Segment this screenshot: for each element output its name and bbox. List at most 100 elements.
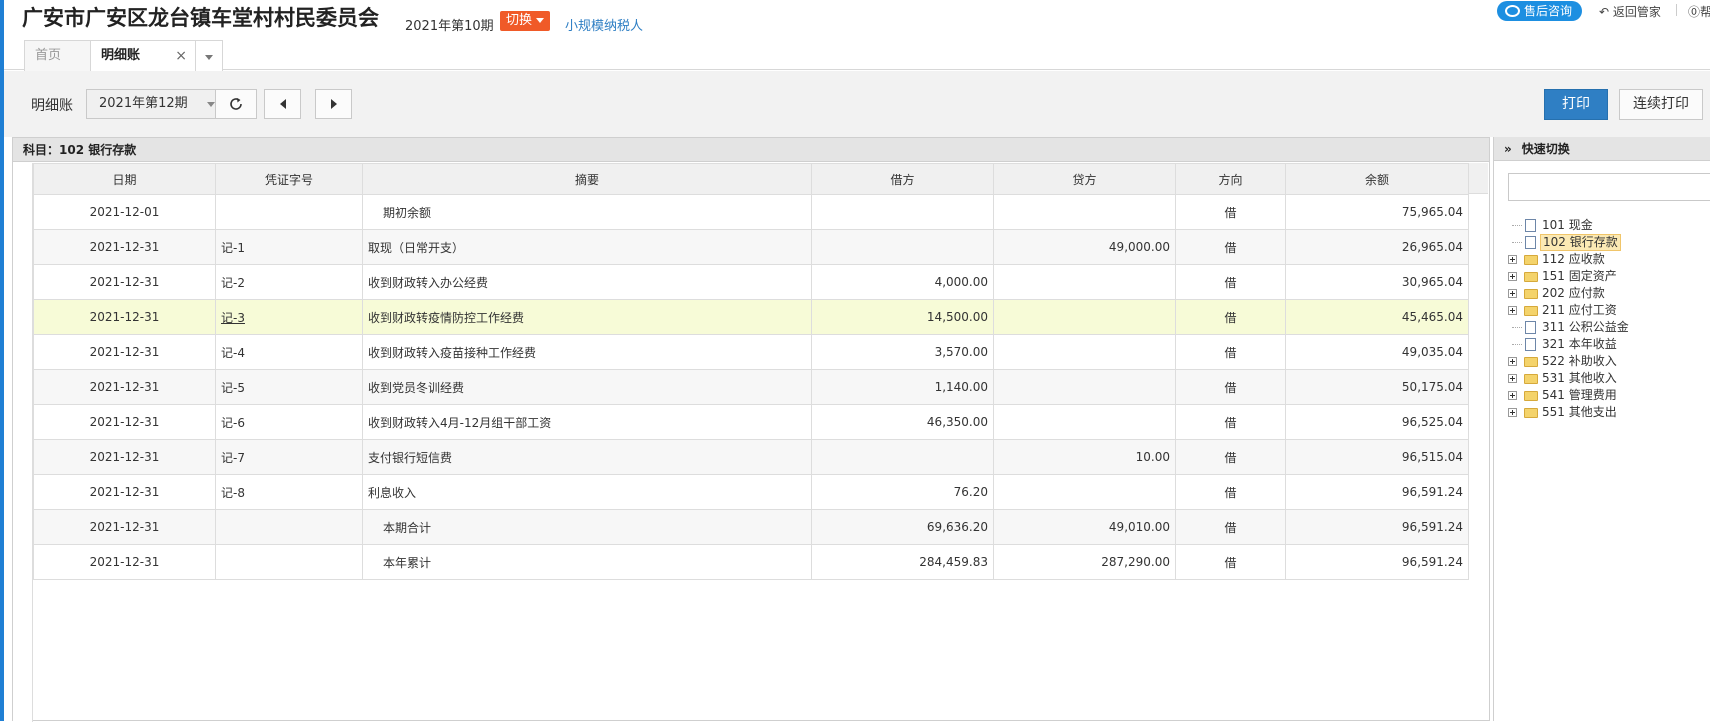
switch-account-button[interactable]: 切换	[500, 11, 551, 31]
cell-voucher[interactable]: 记-2	[215, 264, 363, 300]
cell-voucher[interactable]: 记-8	[215, 474, 363, 510]
cell-summary: 利息收入	[362, 474, 812, 510]
table-row[interactable]: 2021-12-31 记-6 收到财政转入4月-12月组干部工资 46,350.…	[33, 404, 1469, 440]
chevron-down-icon	[536, 18, 545, 23]
column-header-date[interactable]: 日期	[33, 163, 216, 195]
cell-balance: 49,035.04	[1285, 334, 1469, 370]
refresh-icon	[230, 98, 242, 110]
voucher-link[interactable]: 记-3	[221, 311, 245, 325]
table-row[interactable]: 2021-12-31 记-5 收到党员冬训经费 1,140.00 借 50,17…	[33, 369, 1469, 405]
cell-voucher	[215, 544, 363, 580]
cell-summary: 收到财政转入4月-12月组干部工资	[362, 404, 812, 440]
expand-plus-icon[interactable]	[1508, 306, 1517, 315]
period-select-value: 2021年第12期	[99, 96, 188, 111]
cell-voucher[interactable]: 记-7	[215, 439, 363, 475]
switch-label: 切换	[506, 13, 533, 28]
previous-period-button[interactable]	[264, 89, 301, 119]
folder-icon	[1524, 289, 1538, 299]
cell-direction: 借	[1175, 404, 1286, 440]
tab-detail-ledger-label: 明细账	[101, 48, 141, 63]
folder-icon	[1524, 306, 1538, 316]
column-header-debit[interactable]: 借方	[811, 163, 994, 195]
print-button[interactable]: 打印	[1544, 89, 1608, 120]
folder-icon	[1524, 408, 1538, 418]
cell-balance: 96,525.04	[1285, 404, 1469, 440]
cell-credit	[993, 299, 1176, 335]
triangle-left-icon	[279, 99, 286, 109]
cell-date: 2021-12-31	[33, 544, 216, 580]
table-row[interactable]: 2021-12-31 记-2 收到财政转入办公经费 4,000.00 借 30,…	[33, 264, 1469, 300]
cell-credit: 49,010.00	[993, 509, 1176, 545]
triangle-right-icon	[330, 99, 337, 109]
table-row[interactable]: 2021-12-31 记-7 支付银行短信费 10.00 借 96,515.04	[33, 439, 1469, 475]
column-header-summary[interactable]: 摘要	[362, 163, 812, 195]
cell-credit: 49,000.00	[993, 229, 1176, 265]
quick-switch-search-input[interactable]	[1508, 173, 1710, 201]
cell-balance: 96,591.24	[1285, 544, 1469, 580]
quick-switch-title: 快速切换	[1521, 142, 1570, 156]
cell-voucher[interactable]: 记-1	[215, 229, 363, 265]
continuous-print-button[interactable]: 连续打印	[1619, 89, 1703, 120]
table-row[interactable]: 2021-12-31 记-8 利息收入 76.20 借 96,591.24	[33, 474, 1469, 510]
expand-plus-icon[interactable]	[1508, 255, 1517, 264]
expand-plus-icon[interactable]	[1508, 357, 1517, 366]
cell-credit: 10.00	[993, 439, 1176, 475]
cell-voucher[interactable]: 记-3	[215, 299, 363, 335]
cell-summary: 本期合计	[362, 509, 812, 545]
tree-node-label: 541 管理费用	[1542, 388, 1617, 402]
table-row[interactable]: 2021-12-31 记-1 取现（日常开支） 49,000.00 借 26,9…	[33, 229, 1469, 265]
expand-plus-icon[interactable]	[1508, 374, 1517, 383]
next-period-button[interactable]	[315, 89, 352, 119]
table-row[interactable]: 2021-12-01 期初余额 借 75,965.04	[33, 194, 1469, 230]
folder-icon	[1524, 255, 1538, 265]
table-row-highlighted[interactable]: 2021-12-31 记-3 收到财政转疫情防控工作经费 14,500.00 借…	[33, 299, 1469, 335]
cell-credit	[993, 334, 1176, 370]
cell-voucher[interactable]: 记-5	[215, 369, 363, 405]
column-header-balance[interactable]: 余额	[1285, 163, 1469, 195]
cell-voucher[interactable]: 记-6	[215, 404, 363, 440]
back-to-manager-link[interactable]: ↶ 返回管家	[1599, 3, 1661, 20]
cell-voucher[interactable]: 记-4	[215, 334, 363, 370]
double-chevron-right-icon[interactable]: »	[1504, 137, 1512, 161]
tab-more-button[interactable]	[195, 40, 223, 71]
current-period: 2021年第10期	[405, 19, 494, 34]
tree-node-label: 202 应付款	[1542, 286, 1605, 300]
toolbar: 明细账 2021年第12期 打印 连续打印	[4, 71, 1710, 137]
table-row-year-total[interactable]: 2021-12-31 本年累计 284,459.83 287,290.00 借 …	[33, 544, 1469, 580]
tree-node-label: 112 应收款	[1542, 252, 1605, 266]
expand-plus-icon[interactable]	[1508, 391, 1517, 400]
column-header-direction[interactable]: 方向	[1175, 163, 1286, 195]
refresh-button[interactable]	[215, 89, 257, 119]
folder-icon	[1524, 374, 1538, 384]
expand-plus-icon[interactable]	[1508, 408, 1517, 417]
help-link[interactable]: ⓪帮	[1688, 3, 1710, 20]
close-icon[interactable]: ×	[175, 41, 187, 71]
table-row[interactable]: 2021-12-31 记-4 收到财政转入疫苗接种工作经费 3,570.00 借…	[33, 334, 1469, 370]
expand-plus-icon[interactable]	[1508, 272, 1517, 281]
cell-summary: 本年累计	[362, 544, 812, 580]
expand-plus-icon[interactable]	[1508, 289, 1517, 298]
taxpayer-type-link[interactable]: 小规模纳税人	[565, 15, 643, 34]
cell-debit: 1,140.00	[811, 369, 994, 405]
tree-connector	[1512, 225, 1522, 226]
tree-node-label: 531 其他收入	[1542, 371, 1617, 385]
ledger-table: 日期 凭证字号 摘要 借方 贷方 方向 余额 2021-12-01 期初余额 借	[33, 163, 1469, 580]
tree-node-label: 211 应付工资	[1542, 303, 1617, 317]
tab-home[interactable]: 首页	[24, 40, 91, 71]
document-icon	[1525, 219, 1536, 232]
column-header-voucher[interactable]: 凭证字号	[215, 163, 363, 195]
period-select[interactable]: 2021年第12期	[86, 89, 224, 119]
header: 广安市广安区龙台镇车堂村村民委员会 2021年第10期 切换 小规模纳税人 售后…	[4, 0, 1710, 71]
cell-balance: 96,591.24	[1285, 474, 1469, 510]
cell-direction: 借	[1175, 369, 1286, 405]
help-label: 帮	[1700, 5, 1710, 19]
tree-node-label: 101 现金	[1542, 218, 1593, 232]
after-sales-consult-button[interactable]: 售后咨询	[1497, 1, 1583, 21]
tab-detail-ledger[interactable]: 明细账 ×	[90, 40, 196, 71]
cell-direction: 借	[1175, 439, 1286, 475]
cell-credit	[993, 474, 1176, 510]
quick-switch-header[interactable]: » 快速切换	[1494, 137, 1710, 161]
column-header-credit[interactable]: 贷方	[993, 163, 1176, 195]
table-row-period-total[interactable]: 2021-12-31 本期合计 69,636.20 49,010.00 借 96…	[33, 509, 1469, 545]
cell-date: 2021-12-31	[33, 264, 216, 300]
